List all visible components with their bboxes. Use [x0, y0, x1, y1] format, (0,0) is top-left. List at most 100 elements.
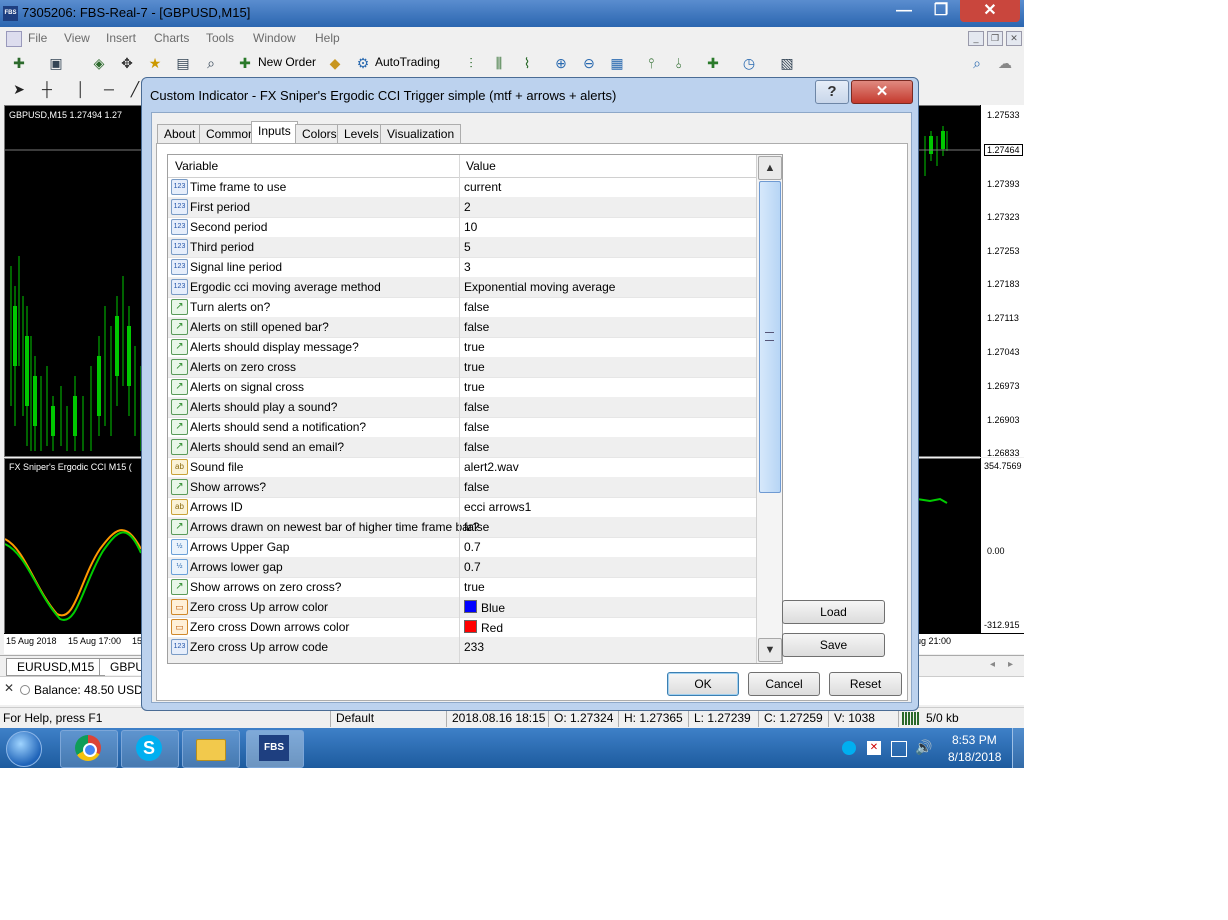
table-row[interactable]: 123 Third period 5	[168, 237, 756, 258]
explorer-taskbar-button[interactable]	[182, 730, 240, 768]
table-row[interactable]: ½ Arrows lower gap 0.7	[168, 557, 756, 578]
variable-value[interactable]: false	[464, 300, 489, 314]
close-button[interactable]: ✕	[960, 0, 1020, 22]
new-chart-icon[interactable]: ✚	[10, 54, 28, 72]
table-row[interactable]	[168, 657, 756, 663]
child-restore-icon[interactable]: ❐	[987, 31, 1003, 46]
table-row[interactable]: ↗ Show arrows? false	[168, 477, 756, 498]
vertical-line-icon[interactable]: │	[72, 80, 90, 98]
indicators-icon[interactable]: ✚	[704, 54, 722, 72]
chart-shift-icon[interactable]: ⫰	[670, 54, 688, 72]
variable-value[interactable]: ecci arrows1	[464, 500, 531, 514]
table-row[interactable]: 123 Signal line period 3	[168, 257, 756, 278]
table-row[interactable]: 123 Second period 10	[168, 217, 756, 238]
variable-value[interactable]: Red	[464, 620, 503, 635]
tab-levels[interactable]: Levels	[337, 124, 386, 145]
table-row[interactable]: ↗ Alerts should play a sound? false	[168, 397, 756, 418]
column-header-value[interactable]: Value	[466, 159, 496, 173]
variable-value[interactable]: false	[464, 440, 489, 454]
table-row[interactable]: ↗ Show arrows on zero cross? true	[168, 577, 756, 598]
menu-help[interactable]: Help	[315, 31, 340, 45]
table-row[interactable]: ↗ Turn alerts on? false	[168, 297, 756, 318]
menu-tools[interactable]: Tools	[206, 31, 234, 45]
ok-button[interactable]: OK	[667, 672, 739, 696]
terminal-close-icon[interactable]: ✕	[4, 681, 14, 695]
clock-date[interactable]: 8/18/2018	[948, 750, 1001, 764]
table-row[interactable]: 123 First period 2	[168, 197, 756, 218]
tab-visualization[interactable]: Visualization	[380, 124, 462, 145]
variable-value[interactable]: true	[464, 580, 485, 594]
menu-window[interactable]: Window	[253, 31, 296, 45]
variable-value[interactable]: true	[464, 380, 485, 394]
clock-time[interactable]: 8:53 PM	[952, 733, 997, 747]
column-header-variable[interactable]: Variable	[175, 159, 218, 173]
new-order-button[interactable]: New Order	[258, 55, 316, 69]
table-row[interactable]: ↗ Arrows drawn on newest bar of higher ti…	[168, 517, 756, 538]
scroll-up-icon[interactable]: ▲	[758, 156, 782, 180]
table-row[interactable]: ab Arrows ID ecci arrows1	[168, 497, 756, 518]
dialog-close-button[interactable]: ✕	[851, 80, 913, 104]
variable-value[interactable]: false	[464, 400, 489, 414]
variable-value[interactable]: 0.7	[464, 560, 481, 574]
maximize-button[interactable]: ❐	[925, 0, 957, 22]
tile-windows-icon[interactable]: ▦	[608, 54, 626, 72]
variable-value[interactable]: 10	[464, 220, 477, 234]
load-button[interactable]: Load	[782, 600, 885, 624]
variable-value[interactable]: current	[464, 180, 501, 194]
menu-insert[interactable]: Insert	[106, 31, 136, 45]
menu-file[interactable]: File	[28, 31, 47, 45]
table-row[interactable]: ↗ Alerts on still opened bar? false	[168, 317, 756, 338]
variable-value[interactable]: 233	[464, 640, 484, 654]
candlesticks-icon[interactable]: ⫼	[490, 54, 508, 72]
autotrading-button[interactable]: AutoTrading	[375, 55, 440, 69]
metaeditor-icon[interactable]: ◆	[326, 54, 344, 72]
child-window-icon[interactable]	[6, 31, 22, 47]
table-row[interactable]: ▭ Zero cross Down arrows color Red	[168, 617, 756, 638]
variable-value[interactable]: false	[464, 420, 489, 434]
table-row[interactable]: ½ Arrows Upper Gap 0.7	[168, 537, 756, 558]
cancel-button[interactable]: Cancel	[748, 672, 820, 696]
profiles-icon[interactable]: ▣	[47, 54, 65, 72]
terminal-icon[interactable]: ▤	[174, 54, 192, 72]
skype-taskbar-button[interactable]: S	[121, 730, 179, 768]
strategy-tester-icon[interactable]: ⌕	[202, 54, 220, 72]
variable-value[interactable]: Exponential moving average	[464, 280, 615, 294]
market-watch-icon[interactable]: ◈	[90, 54, 108, 72]
volume-icon[interactable]: 🔊	[915, 739, 932, 756]
table-row[interactable]: 123 Zero cross Up arrow code 233	[168, 637, 756, 658]
tabs-left-arrow-icon[interactable]: ◂	[990, 659, 995, 670]
variable-value[interactable]: Blue	[464, 600, 505, 615]
variable-value[interactable]: true	[464, 360, 485, 374]
table-row[interactable]: 123 Time frame to use current	[168, 177, 756, 198]
cursor-icon[interactable]: ➤	[10, 80, 28, 98]
child-minimize-icon[interactable]: _	[968, 31, 984, 46]
chat-icon[interactable]: ☁	[996, 54, 1014, 72]
bar-chart-icon[interactable]: ⫶	[462, 54, 480, 72]
variable-value[interactable]: false	[464, 320, 489, 334]
variable-value[interactable]: 3	[464, 260, 471, 274]
new-order-icon[interactable]: ✚	[236, 54, 254, 72]
table-row[interactable]: 123 Ergodic cci moving average method Expo…	[168, 277, 756, 298]
menu-view[interactable]: View	[64, 31, 90, 45]
variable-value[interactable]: false	[464, 520, 489, 534]
navigator-icon[interactable]: ★	[146, 54, 164, 72]
chrome-taskbar-button[interactable]	[60, 730, 118, 768]
grid-scrollbar[interactable]: ▲ ▼	[756, 155, 782, 663]
autoscroll-icon[interactable]: ⫯	[642, 54, 660, 72]
crosshair-icon[interactable]: ┼	[38, 80, 56, 98]
table-row[interactable]: ▭ Zero cross Up arrow color Blue	[168, 597, 756, 618]
scroll-down-icon[interactable]: ▼	[758, 638, 782, 662]
table-row[interactable]: ↗ Alerts should send an email? false	[168, 437, 756, 458]
start-button[interactable]	[6, 731, 42, 767]
network-icon[interactable]	[891, 741, 907, 757]
variable-value[interactable]: 0.7	[464, 540, 481, 554]
variable-value[interactable]: 2	[464, 200, 471, 214]
periods-icon[interactable]: ◷	[740, 54, 758, 72]
minimize-button[interactable]: —	[888, 0, 920, 22]
line-chart-icon[interactable]: ⌇	[518, 54, 536, 72]
variable-value[interactable]: 5	[464, 240, 471, 254]
scroll-thumb[interactable]	[759, 181, 781, 493]
table-row[interactable]: ↗ Alerts on zero cross true	[168, 357, 756, 378]
zoom-in-icon[interactable]: ⊕	[552, 54, 570, 72]
tabs-right-arrow-icon[interactable]: ▸	[1008, 659, 1013, 670]
